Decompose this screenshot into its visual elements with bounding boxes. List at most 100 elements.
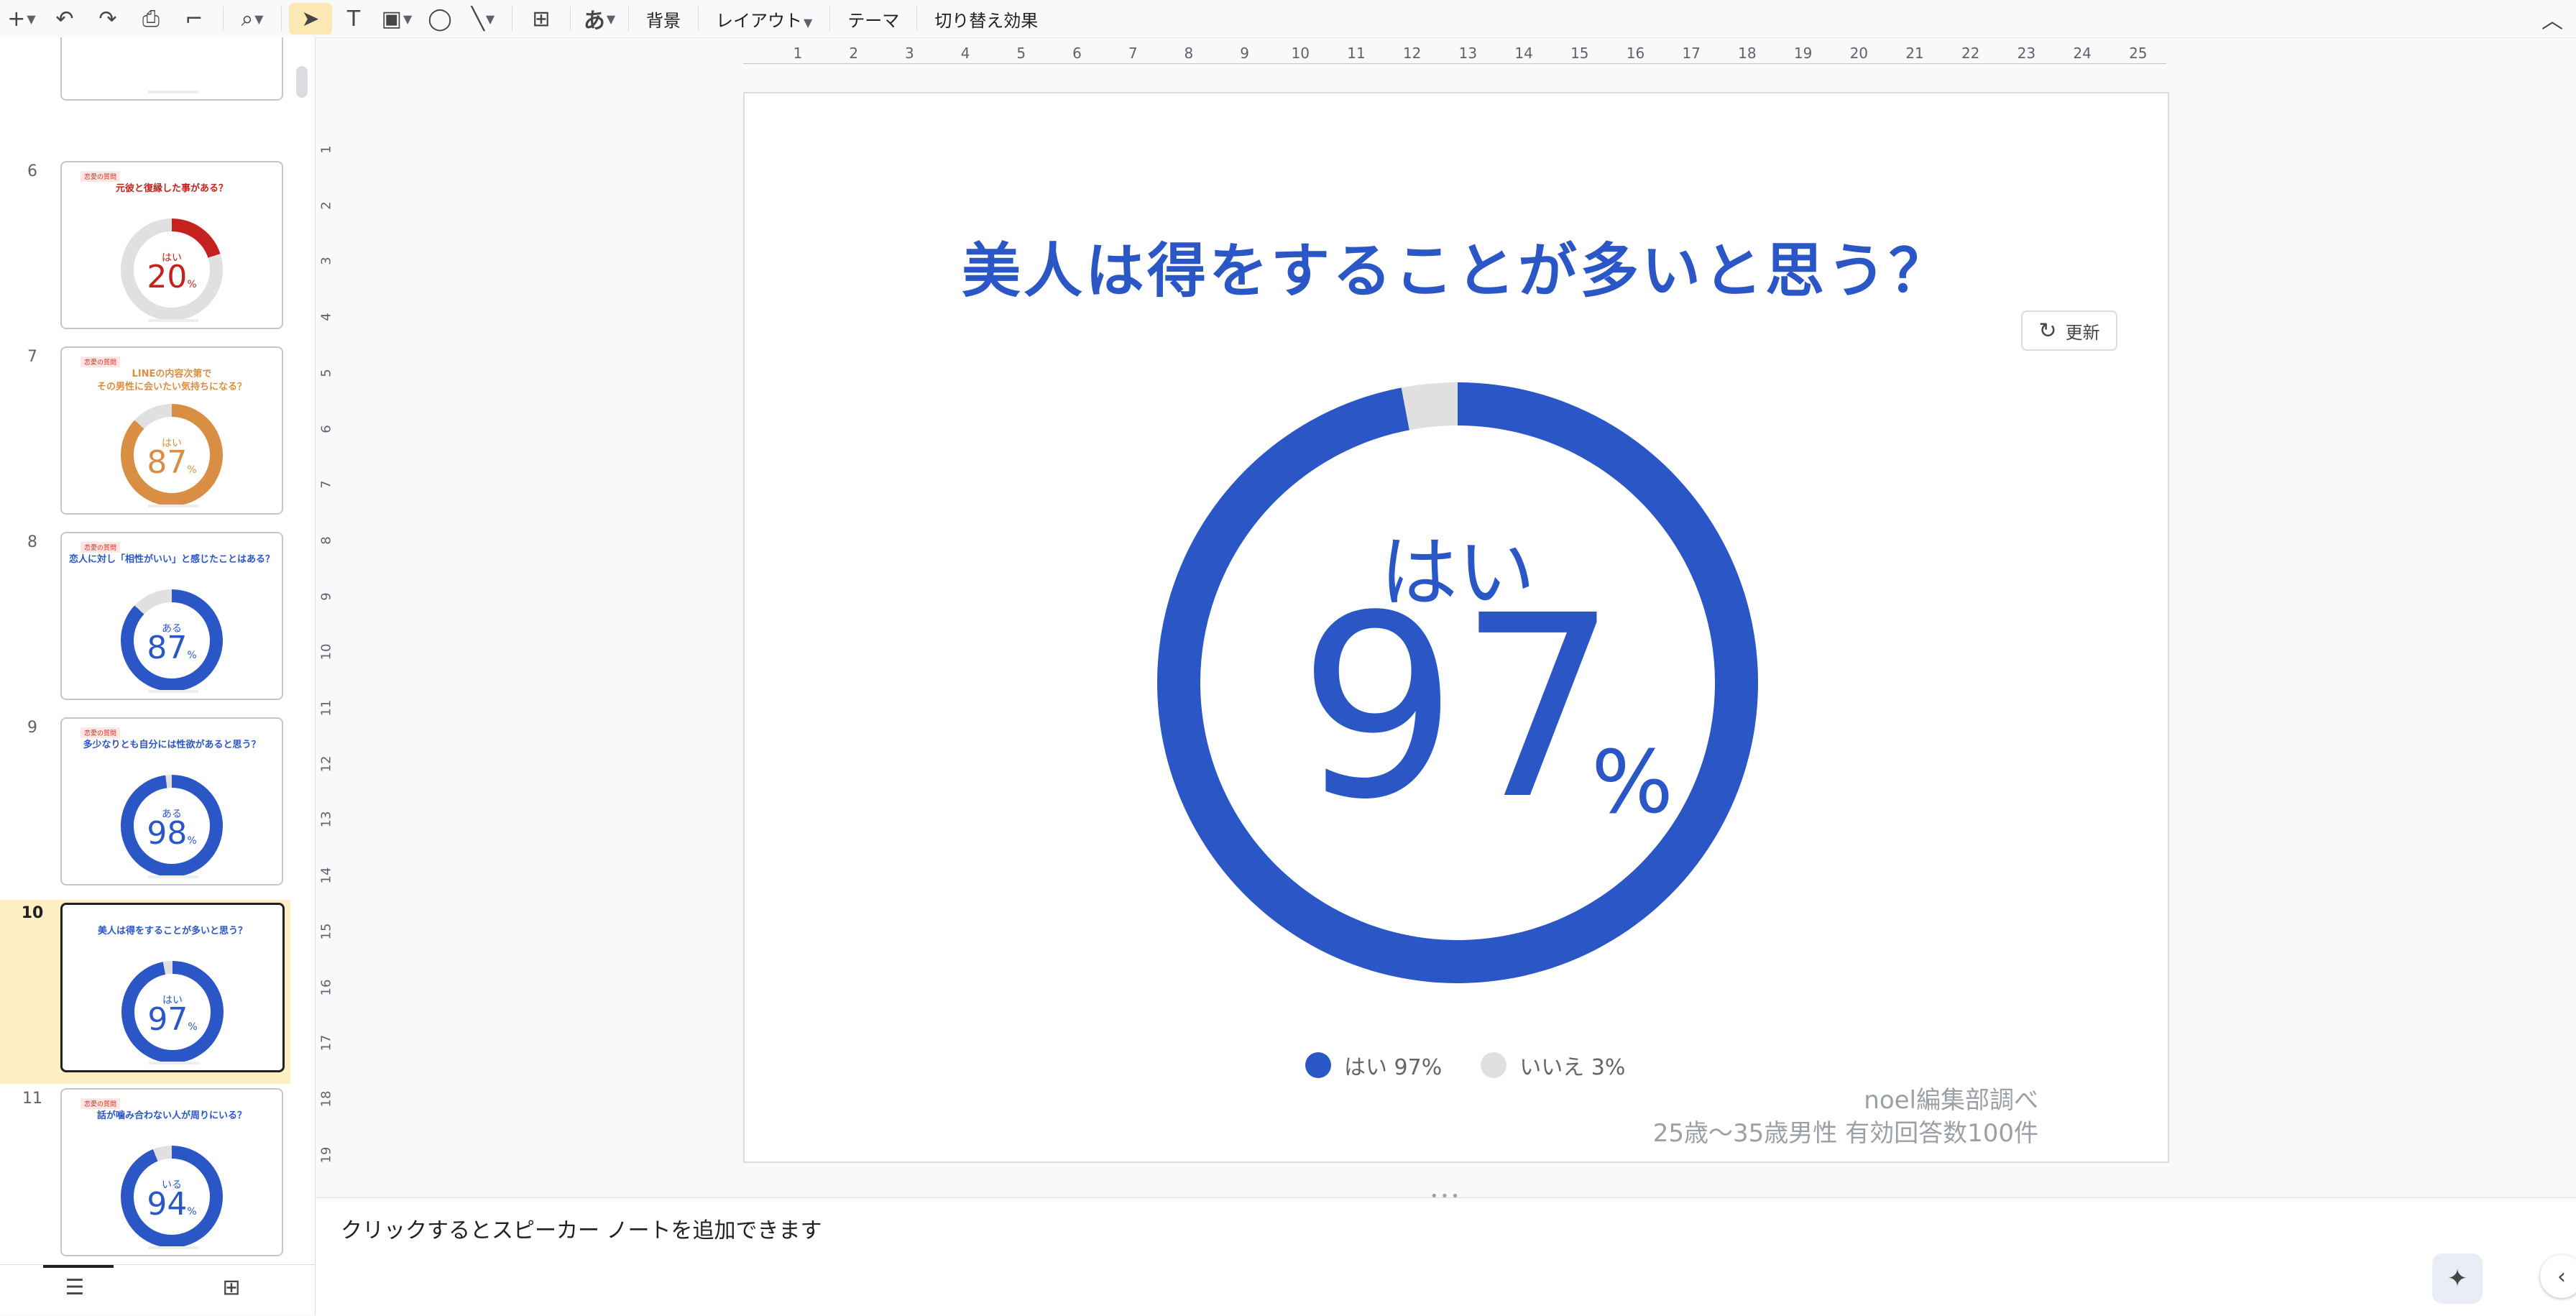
slide-thumbnail-row[interactable]: 6 恋愛の質問 元彼と復縁した事がある？ はい 20%	[0, 158, 290, 342]
shape-button[interactable]: ◯	[418, 3, 461, 34]
thumbnail-question: 話が噛み合わない人が周りにいる？	[96, 1110, 247, 1121]
ruler-tick-label: 1	[793, 45, 803, 62]
ruler-tick-label: 15	[1570, 45, 1589, 62]
thumbnail-value: 94%	[147, 1186, 197, 1223]
thumbnail-value: 20%	[147, 259, 197, 295]
slide-thumbnail-row[interactable]: はい39%	[0, 37, 290, 114]
line-icon: ╲	[471, 6, 484, 32]
divider	[223, 6, 224, 31]
legend-label: はい 97%	[1344, 1055, 1443, 1080]
slide-thumbnail[interactable]: はい39%	[60, 37, 283, 101]
redo-button[interactable]: ↷	[86, 3, 129, 34]
thumbnail-tag: 恋愛の質問	[80, 542, 121, 553]
thumbnail-donut: はい 87%	[121, 404, 223, 506]
slide-thumbnail[interactable]: 恋愛の質問 恋人に対し「相性がいい」と感じたことはある？ ある 87%	[60, 532, 283, 700]
transition-button[interactable]: 切り替え効果	[924, 6, 1048, 32]
ruler-tick-label: 16	[1626, 45, 1645, 62]
undo-button[interactable]: ↶	[43, 3, 86, 34]
slide-thumbnail[interactable]: 恋愛の質問 元彼と復縁した事がある？ はい 20%	[60, 161, 283, 329]
ruler-tick-label: 18	[318, 1090, 334, 1108]
thumbnail-tag: 恋愛の質問	[80, 727, 121, 738]
thumbnail-donut: ある 87%	[121, 589, 223, 691]
thumbnail-legend	[148, 1246, 198, 1249]
ruler-tick-label: 8	[318, 536, 334, 545]
thumbnail-legend	[148, 319, 198, 322]
undo-icon: ↶	[55, 6, 74, 32]
slide-canvas[interactable]: 美人は得をすることが多いと思う？ ↻ 更新 はい 97 % はい 97% いいえ …	[743, 92, 2169, 1163]
filmstrip-scrollbar[interactable]	[296, 66, 308, 98]
donut-slice-2[interactable]	[1401, 382, 1458, 431]
textbox-button[interactable]: T	[332, 3, 375, 34]
add-comment-button[interactable]: ⊞	[520, 3, 563, 34]
slide-filmstrip: はい39%6恋愛の質問元彼と復縁した事がある？はい20%7恋愛の質問LINEの内…	[0, 37, 316, 1315]
comment-icon: ⊞	[532, 6, 551, 32]
select-tool-button[interactable]: ➤	[289, 3, 332, 34]
chart-refresh-button[interactable]: ↻ 更新	[2021, 310, 2117, 351]
ruler-tick-label: 17	[318, 1034, 334, 1052]
print-button[interactable]: ⎙	[129, 3, 172, 34]
source-line-1: noel編集部調べ	[1864, 1086, 2038, 1115]
zoom-icon: ⌕	[241, 6, 254, 32]
slide-thumbnail-row[interactable]: 9 恋愛の質問 多少なりとも自分には性欲があると思う？ ある 98%	[0, 714, 290, 898]
grid-view-button[interactable]: ⊞	[210, 1275, 253, 1300]
sparkle-icon[interactable]: ✦	[2432, 1253, 2483, 1304]
slide-thumbnail-row[interactable]: 11 恋愛の質問 話が噛み合わない人が周りにいる？ いる 94%	[0, 1085, 290, 1269]
divider	[916, 6, 918, 31]
paint-format-icon: ⌐	[185, 6, 203, 32]
slide-thumbnail-row[interactable]: 7 恋愛の質問 LINEの内容次第で その男性に会いたい気持ちになる？ はい 87%	[0, 344, 290, 528]
layout-label: レイアウト	[716, 10, 802, 31]
line-button[interactable]: ╲ ▼	[461, 3, 505, 34]
collapse-toolbar-icon[interactable]: ︿	[2542, 3, 2563, 34]
ruler-tick-label: 15	[318, 923, 334, 940]
thumbnail-question: 元彼と復縁した事がある？	[115, 183, 228, 194]
zoom-button[interactable]: ⌕ ▼	[231, 3, 274, 34]
chevron-down-icon: ▼	[403, 11, 413, 26]
new-slide-button[interactable]: + ▼	[0, 3, 43, 34]
ruler-tick-label: 7	[1128, 45, 1138, 62]
slide-thumbnail-row[interactable]: 8 恋愛の質問 恋人に対し「相性がいい」と感じたことはある？ ある 87%	[0, 529, 290, 713]
slide-thumbnail[interactable]: 恋愛の質問 多少なりとも自分には性欲があると思う？ ある 98%	[60, 717, 283, 885]
thumbnail-value: 97%	[147, 1001, 198, 1038]
speaker-notes-panel[interactable]: クリックするとスピーカー ノートを追加できます	[316, 1197, 2576, 1316]
ruler-tick-label: 2	[849, 45, 859, 62]
layout-button[interactable]: レイアウト ▼	[706, 6, 822, 32]
paint-format-button[interactable]: ⌐	[172, 3, 216, 34]
ruler-tick-label: 5	[318, 369, 334, 377]
legend-swatch	[1305, 1052, 1331, 1078]
slide-thumbnail-row[interactable]: 10 美人は得をすることが多いと思う？ はい 97%	[0, 900, 290, 1084]
thumbnail-question: 多少なりとも自分には性欲があると思う？	[83, 740, 261, 750]
print-icon: ⎙	[142, 6, 160, 32]
ruler-tick-label: 5	[1016, 45, 1026, 62]
background-button[interactable]: 背景	[636, 6, 691, 32]
refresh-icon: ↻	[2038, 318, 2057, 344]
slide-number: 9	[27, 719, 37, 737]
slide-title[interactable]: 美人は得をすることが多いと思う？	[745, 223, 2168, 308]
chevron-down-icon[interactable]: ▼	[27, 12, 35, 26]
slide-thumbnail[interactable]: 美人は得をすることが多いと思う？ はい 97%	[60, 903, 285, 1072]
slide-thumbnail[interactable]: 恋愛の質問 LINEの内容次第で その男性に会いたい気持ちになる？ はい 87%	[60, 346, 283, 515]
speaker-notes-placeholder[interactable]: クリックするとスピーカー ノートを追加できます	[341, 1213, 822, 1244]
input-tools-button[interactable]: あ ▼	[578, 3, 621, 34]
slide-thumbnail[interactable]: 恋愛の質問 話が噛み合わない人が周りにいる？ いる 94%	[60, 1088, 283, 1256]
thumbnail-legend	[148, 690, 198, 693]
insert-image-button[interactable]: ▣ ▼	[375, 3, 418, 34]
thumbnail-donut-hole: はい 20%	[134, 231, 210, 308]
ruler-tick-label: 18	[1738, 45, 1757, 62]
theme-button[interactable]: テーマ	[837, 6, 909, 32]
ruler-tick-label: 19	[318, 1146, 334, 1164]
ruler-tick-label: 1	[318, 145, 334, 154]
legend-swatch	[1481, 1052, 1507, 1078]
redo-icon: ↷	[98, 6, 117, 32]
ruler-tick-label: 3	[905, 45, 914, 62]
ruler-tick-label: 13	[1458, 45, 1478, 62]
filmstrip-view-button[interactable]: ☰	[53, 1275, 96, 1300]
ruler-tick-label: 19	[1793, 45, 1813, 62]
horizontal-ruler[interactable]: 1 2 3 4 5 6 7 8 9 10 11 12 13 14 15 16 17 18 19 20 21 22 23 24 2…	[743, 45, 2181, 66]
ruler-tick-label: 4	[318, 313, 334, 321]
slide-number: 7	[27, 348, 37, 366]
thumbnail-donut-hole: いる 94%	[134, 1159, 210, 1235]
vertical-ruler[interactable]: 1 2 3 4 5 6 7 8 9 10 11 12 13 14 15 16 17 18 19	[316, 93, 336, 1172]
ruler-tick-label: 9	[318, 592, 334, 601]
center-value: 97	[1298, 561, 1619, 855]
ruler-tick-label: 10	[1291, 45, 1310, 62]
